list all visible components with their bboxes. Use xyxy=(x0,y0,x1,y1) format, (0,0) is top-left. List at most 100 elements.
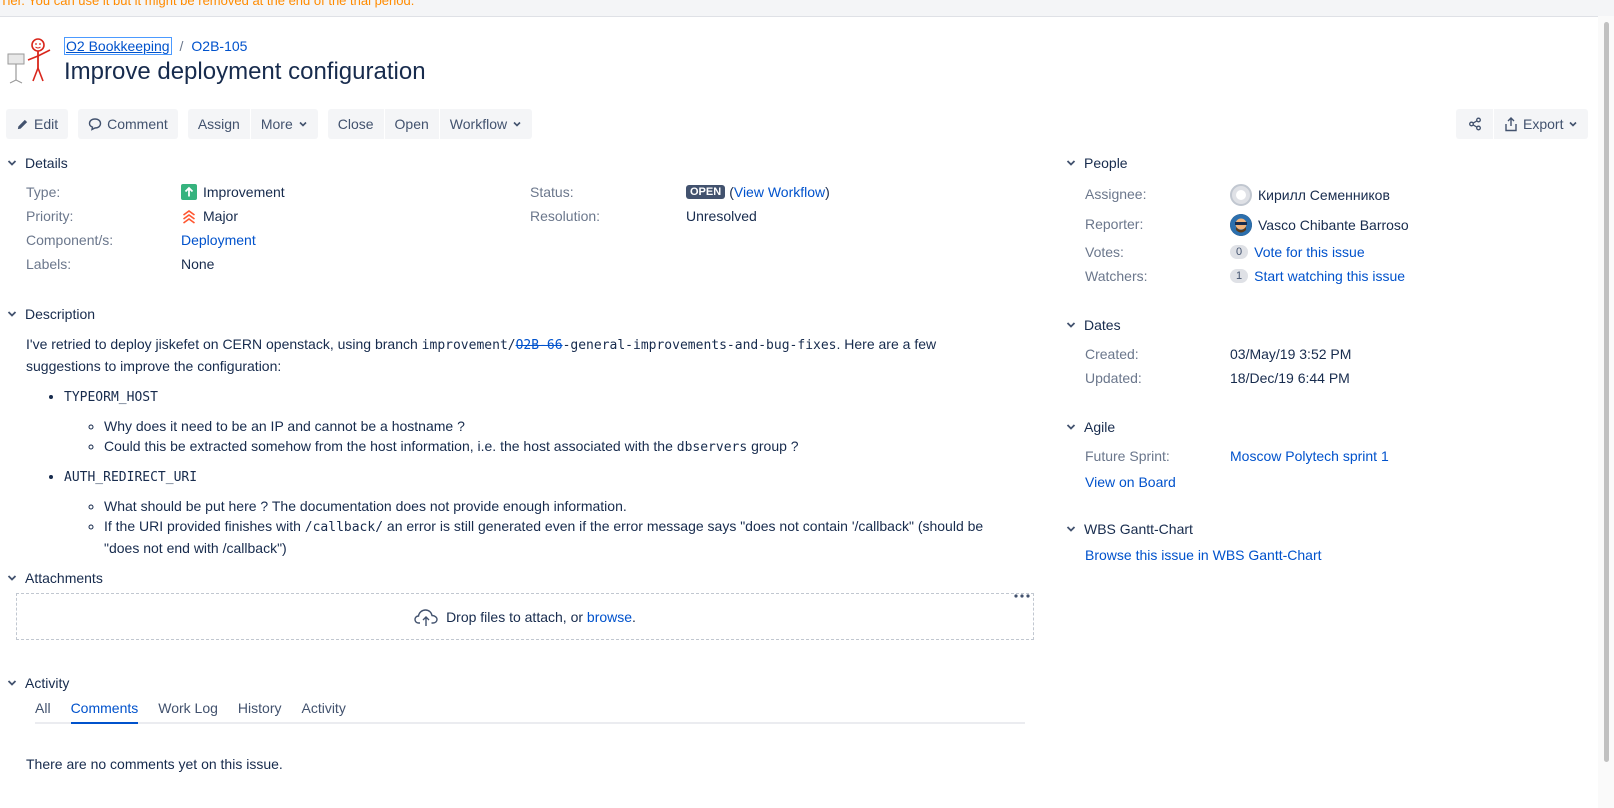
priority-major-icon xyxy=(183,210,195,224)
tab-history[interactable]: History xyxy=(238,700,282,722)
assign-button[interactable]: Assign xyxy=(187,109,250,139)
view-workflow-link[interactable]: View Workflow xyxy=(734,184,825,200)
people-section-toggle[interactable]: People xyxy=(1066,155,1128,171)
dates-heading: Dates xyxy=(1084,317,1121,333)
chevron-down-icon xyxy=(1066,424,1076,430)
tab-activity[interactable]: Activity xyxy=(301,700,345,722)
more-button[interactable]: More xyxy=(250,109,318,139)
details-section-toggle[interactable]: Details xyxy=(7,155,68,171)
tab-all[interactable]: All xyxy=(35,700,51,722)
updated-label: Updated: xyxy=(1085,370,1142,386)
reporter-label: Reporter: xyxy=(1085,216,1144,232)
watch-link[interactable]: Start watching this issue xyxy=(1254,268,1405,284)
comment-button[interactable]: Comment xyxy=(78,109,178,139)
chevron-down-icon xyxy=(513,121,521,127)
open-issue-button[interactable]: Open xyxy=(384,109,439,139)
dropzone-label: Drop files to attach, or xyxy=(446,608,587,625)
labels-label: Labels: xyxy=(26,256,72,272)
tab-work-log[interactable]: Work Log xyxy=(158,700,218,722)
edit-button[interactable]: Edit xyxy=(6,109,69,139)
trial-banner: Tier. You can use it but it might be rem… xyxy=(0,0,1614,17)
activity-section-toggle[interactable]: Activity xyxy=(7,675,69,691)
updated-value: 18/Dec/19 6:44 PM xyxy=(1230,370,1350,386)
workflow-button-label: Workflow xyxy=(449,116,508,132)
list-item-text: If the URI provided finishes with xyxy=(104,518,305,534)
description-section-toggle[interactable]: Description xyxy=(7,306,95,322)
suggestion-list: TYPEORM_HOST Why does it need to be an I… xyxy=(26,386,1006,558)
future-sprint-label: Future Sprint: xyxy=(1085,448,1170,464)
workflow-button[interactable]: Workflow xyxy=(439,109,533,139)
view-on-board-link[interactable]: View on Board xyxy=(1085,474,1176,490)
components-label: Component/s: xyxy=(26,232,114,248)
reporter-name: Vasco Chibante Barroso xyxy=(1258,217,1409,233)
share-icon xyxy=(1468,117,1481,131)
export-button[interactable]: Export xyxy=(1494,109,1589,139)
chevron-down-icon xyxy=(7,160,17,166)
dropzone-text: Drop files to attach, or browse. xyxy=(446,609,636,625)
watchers-count-badge: 1 xyxy=(1230,269,1249,283)
breadcrumb-issue-key-link[interactable]: O2B-105 xyxy=(191,38,247,54)
breadcrumb: O2 Bookkeeping / O2B-105 xyxy=(64,37,247,55)
list-item: If the URI provided finishes with /callb… xyxy=(104,516,1006,558)
chevron-down-icon xyxy=(7,575,17,581)
attachments-section-toggle[interactable]: Attachments xyxy=(7,570,103,586)
agile-section-toggle[interactable]: Agile xyxy=(1066,419,1115,435)
activity-tabs: All Comments Work Log History Activity xyxy=(35,700,1025,724)
status-label: Status: xyxy=(530,184,574,200)
default-user-icon xyxy=(1236,190,1246,200)
suggestion-code: TYPEORM_HOST xyxy=(64,390,158,405)
breadcrumb-project-link[interactable]: O2 Bookkeeping xyxy=(64,37,172,55)
sprint-link[interactable]: Moscow Polytech sprint 1 xyxy=(1230,448,1389,464)
trial-banner-text: Tier. You can use it but it might be rem… xyxy=(0,0,415,8)
details-heading: Details xyxy=(25,155,68,171)
gantt-section-toggle[interactable]: WBS Gantt-Chart xyxy=(1066,521,1193,537)
list-item-text: group ? xyxy=(747,438,799,454)
branch-issue-link[interactable]: O2B-66 xyxy=(516,338,563,353)
priority-label: Priority: xyxy=(26,208,74,224)
labels-value: None xyxy=(181,256,215,272)
share-button[interactable] xyxy=(1456,109,1493,139)
close-issue-button[interactable]: Close xyxy=(327,109,384,139)
attachment-dropzone[interactable]: Drop files to attach, or browse. xyxy=(16,593,1034,640)
branch-suffix: -general-improvements-and-bug-fixes xyxy=(562,338,837,353)
dropzone-period: . xyxy=(632,608,636,625)
page-title: Improve deployment configuration xyxy=(64,58,426,85)
pencil-icon xyxy=(17,119,28,129)
browse-link[interactable]: browse xyxy=(587,609,632,625)
no-comments-message: There are no comments yet on this issue. xyxy=(26,756,283,772)
watchers-label: Watchers: xyxy=(1085,268,1148,284)
component-link[interactable]: Deployment xyxy=(181,232,256,248)
more-button-label: More xyxy=(260,116,293,132)
gantt-heading: WBS Gantt-Chart xyxy=(1084,521,1193,537)
reporter-value[interactable]: Vasco Chibante Barroso xyxy=(1230,214,1409,236)
type-value: Improvement xyxy=(181,184,285,200)
activity-heading: Activity xyxy=(25,675,70,691)
description-intro-text: I've retried to deploy jiskefet on CERN … xyxy=(26,336,422,352)
scrollbar-thumb[interactable] xyxy=(1604,22,1609,762)
reporter-avatar xyxy=(1230,214,1252,236)
description-heading: Description xyxy=(25,306,96,322)
user-avatar-icon xyxy=(1230,214,1252,236)
export-icon xyxy=(1505,116,1517,131)
created-label: Created: xyxy=(1085,346,1139,362)
votes-value: 0 Vote for this issue xyxy=(1230,244,1365,260)
chevron-down-icon xyxy=(1066,160,1076,166)
edit-button-label: Edit xyxy=(34,116,59,132)
gantt-link[interactable]: Browse this issue in WBS Gantt-Chart xyxy=(1085,547,1322,563)
branch-prefix: improvement/ xyxy=(421,338,516,353)
chevron-down-icon xyxy=(1569,121,1578,127)
breadcrumb-separator: / xyxy=(179,38,184,54)
project-avatar[interactable] xyxy=(6,36,54,86)
suggestion-code: AUTH_REDIRECT_URI xyxy=(64,470,198,485)
vote-link[interactable]: Vote for this issue xyxy=(1254,244,1365,260)
agile-heading: Agile xyxy=(1084,419,1116,435)
assignee-value[interactable]: Кирилл Семенников xyxy=(1230,184,1390,206)
inline-code: /callback/ xyxy=(304,520,384,535)
priority-value-text: Major xyxy=(203,208,239,224)
tab-comments[interactable]: Comments xyxy=(70,700,139,724)
people-heading: People xyxy=(1084,155,1128,171)
chevron-down-icon xyxy=(7,311,17,317)
list-item: AUTH_REDIRECT_URI What should be put her… xyxy=(64,466,1006,558)
list-item: TYPEORM_HOST Why does it need to be an I… xyxy=(64,386,1006,458)
dates-section-toggle[interactable]: Dates xyxy=(1066,317,1121,333)
